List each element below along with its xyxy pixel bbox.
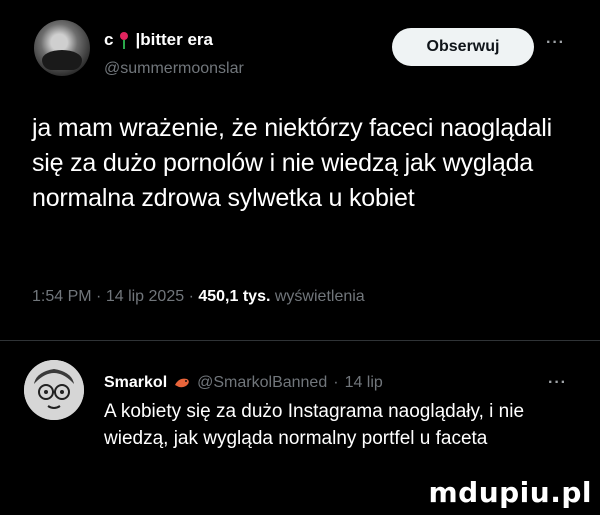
author-name-row: c |bitter era (104, 30, 213, 50)
tweet-text: ja mam wrażenie, że niektórzy faceci nao… (32, 114, 553, 212)
more-options-icon[interactable]: ··· (546, 34, 565, 52)
reply-header: Smarkol @SmarkolBanned · 14 lip (104, 374, 383, 392)
author-avatar[interactable] (34, 20, 90, 76)
rose-icon (119, 31, 129, 49)
meta-separator: · (188, 288, 194, 305)
reply-text: A kobiety się za dużo Instagrama naogląd… (104, 401, 525, 449)
author-handle[interactable]: @summermoonslar (104, 60, 244, 78)
divider (0, 340, 600, 341)
tweet-time[interactable]: 1:54 PM (32, 288, 92, 305)
post-header: c |bitter era @summermoonslar Obserwuj ·… (34, 20, 580, 80)
reply-date[interactable]: 14 lip (345, 374, 383, 392)
reply-avatar[interactable] (24, 360, 84, 420)
author-display-name[interactable]: c (104, 30, 113, 50)
reply-display-name[interactable]: Smarkol (104, 374, 167, 392)
views-count: 450,1 tys. (198, 288, 271, 305)
reply-separator: · (333, 374, 339, 391)
reply-handle[interactable]: @SmarkolBanned (197, 374, 327, 392)
reply-avatar-drawing (24, 360, 84, 420)
watermark: mdupiu.pl (428, 476, 592, 509)
follow-button[interactable]: Obserwuj (392, 28, 534, 66)
author-display-name-suffix[interactable]: |bitter era (135, 30, 213, 50)
meta-separator: · (96, 288, 102, 305)
tweet-date[interactable]: 14 lip 2025 (106, 288, 184, 305)
reply-more-options-icon[interactable]: ··· (548, 374, 567, 392)
tweet-meta: 1:54 PM · 14 lip 2025 · 450,1 tys. wyświ… (32, 288, 365, 306)
shrimp-icon (175, 378, 189, 388)
views-label: wyświetlenia (274, 288, 365, 305)
